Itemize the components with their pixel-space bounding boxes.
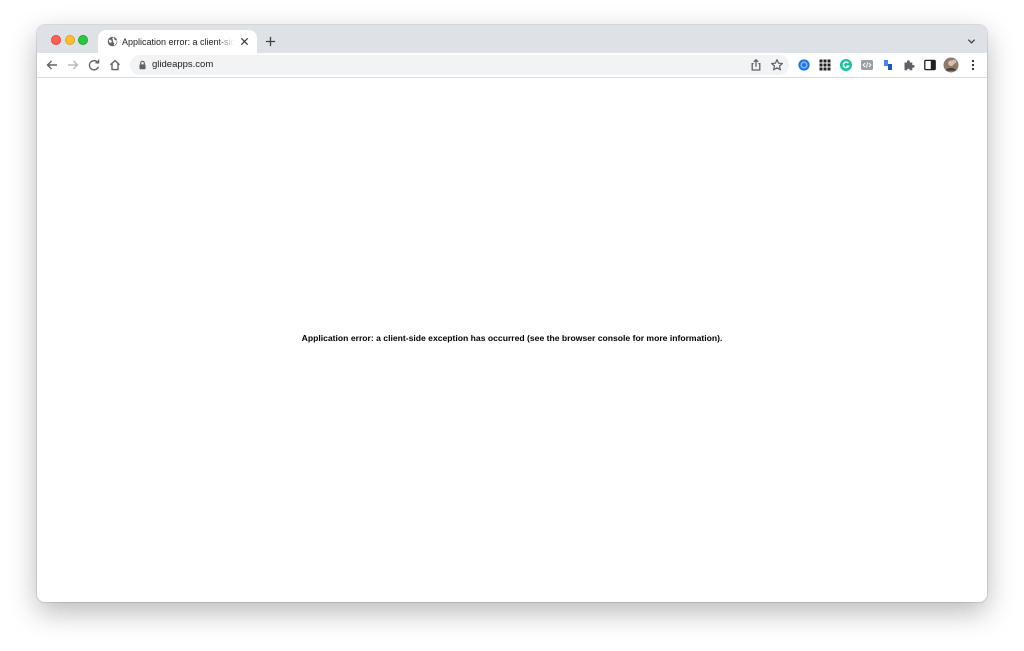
side-panel-icon[interactable]	[923, 58, 937, 72]
more-menu-icon[interactable]	[966, 58, 980, 72]
home-icon[interactable]	[108, 58, 122, 72]
tab-title: Application error: a client-side excepti…	[122, 37, 234, 47]
puzzle-icon[interactable]	[902, 58, 916, 72]
navigation-toolbar: glideapps.com	[37, 53, 987, 78]
blue-circle-extension-icon[interactable]	[797, 58, 811, 72]
browser-window: Application error: a client-side excepti…	[37, 25, 987, 602]
tab-close-icon[interactable]	[240, 37, 249, 46]
grammarly-extension-icon[interactable]	[839, 58, 853, 72]
page-content: Application error: a client-side excepti…	[37, 78, 987, 602]
bookmark-star-icon[interactable]	[770, 58, 784, 72]
window-close-button[interactable]	[51, 35, 61, 45]
flag-extension-icon[interactable]	[881, 58, 895, 72]
globe-icon	[107, 36, 118, 47]
grid-extension-icon[interactable]	[818, 58, 832, 72]
chevron-down-icon[interactable]	[967, 38, 976, 45]
code-extension-icon[interactable]	[860, 58, 874, 72]
forward-arrow-icon[interactable]	[66, 58, 80, 72]
tab-active[interactable]: Application error: a client-side excepti…	[98, 30, 257, 53]
avatar[interactable]	[943, 57, 959, 73]
new-tab-icon[interactable]	[265, 36, 276, 47]
lock-icon[interactable]	[138, 60, 147, 70]
window-minimize-button[interactable]	[65, 35, 75, 45]
error-message: Application error: a client-side excepti…	[301, 333, 723, 343]
url-text: glideapps.com	[152, 59, 214, 70]
tab-strip: Application error: a client-side excepti…	[37, 25, 987, 53]
address-bar[interactable]: glideapps.com	[130, 55, 789, 75]
reload-icon[interactable]	[87, 58, 101, 72]
share-icon[interactable]	[749, 58, 763, 72]
window-maximize-button[interactable]	[78, 35, 88, 45]
back-arrow-icon[interactable]	[45, 58, 59, 72]
